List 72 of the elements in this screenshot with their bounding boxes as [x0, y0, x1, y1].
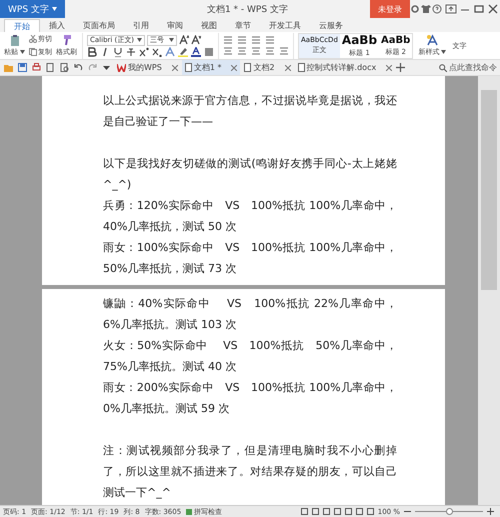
- ribbon-tab[interactable]: 视图: [192, 19, 226, 32]
- styles-icon: [426, 34, 438, 46]
- copy-icon: [29, 48, 37, 56]
- paragraph: 雨女：100%实际命中 VS 100%抵抗 100%几率命中，50%几率抵抗，测试 73 次: [103, 240, 397, 277]
- document-tab[interactable]: 我的WPS: [114, 60, 181, 75]
- caret-icon: [52, 7, 57, 11]
- pin-window-icon[interactable]: [444, 4, 458, 14]
- highlight-icon[interactable]: [178, 46, 188, 56]
- ribbon-tab[interactable]: 引用: [124, 19, 158, 32]
- paragraph: 兵勇：120%实际命中 VS 100%抵抗 100%几率命中，40%几率抵抗，测试 50 次: [103, 198, 397, 235]
- subscript-icon[interactable]: [152, 46, 162, 56]
- paragraph: 以上公式据说来源于官方信息，不过据说毕竟是据说，我还是自己验证了一下——: [103, 93, 397, 130]
- bold-icon[interactable]: [87, 46, 97, 56]
- ribbon-tab[interactable]: 云服务: [310, 19, 352, 32]
- ribbon-tab[interactable]: 开发工具: [260, 19, 310, 32]
- font-color-icon[interactable]: [191, 46, 201, 56]
- search-icon: [439, 64, 447, 72]
- help-icon[interactable]: [432, 4, 444, 14]
- command-search-field[interactable]: 点此查找命令: [439, 62, 500, 73]
- document-tab[interactable]: 文档2: [241, 60, 294, 75]
- document-tab[interactable]: 文档1 *: [182, 60, 240, 75]
- underline-icon[interactable]: [113, 46, 123, 56]
- paragraph: 注：测试视频部分我录了，但是清理电脑时我不小心删掉了，所以这里就不插进来了。对结果存疑的朋友，可以自己测试一下^_^: [103, 443, 397, 501]
- caret-icon: [441, 50, 446, 54]
- shrink-font-icon[interactable]: [191, 35, 201, 45]
- w-logo-icon: [117, 64, 126, 72]
- caret-icon: [169, 38, 174, 42]
- close-icon[interactable]: [386, 64, 392, 70]
- print-icon[interactable]: [32, 63, 41, 72]
- window-title: 文档1 * - WPS 文字: [206, 4, 289, 16]
- document-icon: [298, 63, 305, 72]
- add-tab-icon[interactable]: [396, 63, 406, 72]
- maximize-icon[interactable]: [472, 4, 486, 14]
- caret-icon: [137, 38, 142, 42]
- login-button[interactable]: 未登录: [370, 0, 410, 18]
- zoom-in-icon[interactable]: [487, 508, 494, 515]
- grow-font-icon[interactable]: [179, 35, 189, 45]
- caret-icon: [20, 50, 25, 54]
- checkbox-icon: [186, 508, 192, 514]
- align-center-icon[interactable]: [237, 46, 247, 56]
- scroll-thumb[interactable]: [481, 90, 497, 290]
- close-icon[interactable]: [231, 64, 238, 70]
- ribbon-tab[interactable]: 开始: [4, 19, 40, 32]
- shirt-icon[interactable]: [420, 4, 432, 14]
- scrollbar[interactable]: [478, 76, 500, 505]
- dropdown-icon[interactable]: [102, 63, 111, 72]
- close-icon[interactable]: [284, 64, 291, 70]
- app-menu-button[interactable]: WPS 文字: [0, 0, 65, 18]
- undo-icon[interactable]: [74, 63, 83, 72]
- document-tab[interactable]: 控制式转详解.docx: [294, 60, 396, 75]
- paragraph: 火女：50%实际命中 VS 100%抵抗 50%几率命中，75%几率抵抗。测试 40 次: [103, 338, 397, 375]
- close-icon[interactable]: [486, 4, 500, 14]
- document-icon: [184, 63, 192, 72]
- scissors-icon: [29, 35, 37, 43]
- document-icon: [244, 63, 252, 72]
- clipboard-icon: [8, 34, 20, 46]
- ribbon-tab[interactable]: 插入: [40, 19, 74, 32]
- slider-thumb[interactable]: [446, 508, 453, 515]
- paragraph: 雨女：200%实际命中 VS 100%抵抗 100%几率命中，0%几率抵抗。测试 59 次: [103, 380, 397, 417]
- ribbon-tab[interactable]: 章节: [226, 19, 260, 32]
- align-left-icon[interactable]: [223, 46, 233, 56]
- justify-icon[interactable]: [251, 46, 261, 56]
- paragraph: 以下是我找好友切磋做的测试(鸣谢好友携手同心-太上姥姥^_^): [103, 156, 397, 193]
- ribbon-tab[interactable]: 页面布局: [74, 19, 124, 32]
- superscript-icon[interactable]: [139, 46, 149, 56]
- zoom-out-icon[interactable]: [404, 508, 411, 515]
- strikethrough-icon[interactable]: [126, 46, 136, 56]
- ribbon-tab[interactable]: 审阅: [158, 19, 192, 32]
- save-icon[interactable]: [18, 63, 27, 72]
- preview-icon[interactable]: [60, 63, 69, 72]
- paragraph: 镰鼬：40%实际命中 VS 100%抵抗 22%几率命中，6%几率抵抗。测试 103 次: [103, 296, 397, 333]
- close-icon[interactable]: [172, 64, 178, 70]
